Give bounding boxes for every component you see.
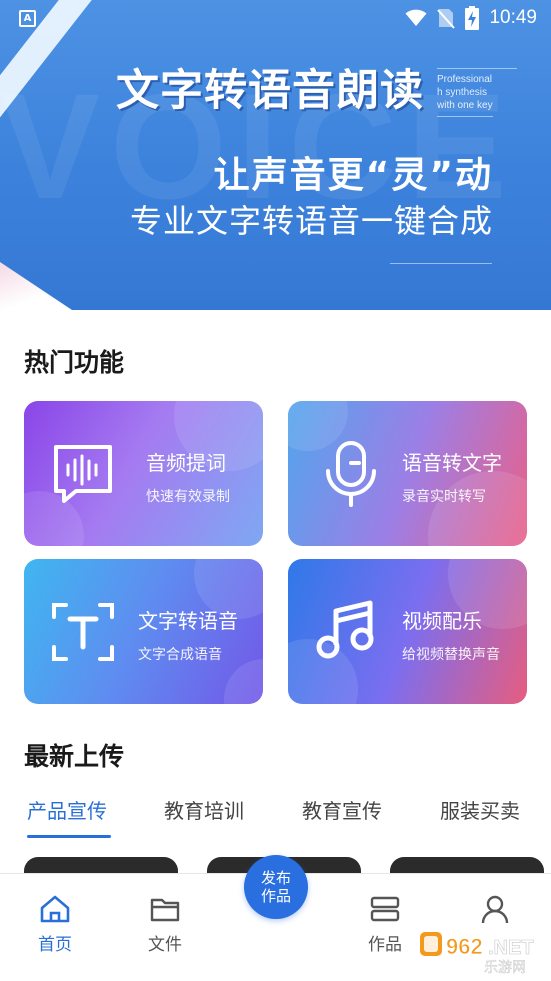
home-icon: [40, 895, 70, 923]
app-notification-icon: A: [19, 10, 36, 27]
battery-charging-icon: [465, 6, 480, 30]
svg-text:962: 962: [446, 934, 483, 959]
banner-english-text: Professional h synthesis with one key: [437, 74, 493, 111]
feature-card-title: 文字转语音: [138, 609, 238, 633]
nav-label: 首页: [38, 935, 72, 955]
banner-decoration: [0, 262, 72, 310]
nav-profile[interactable]: [465, 894, 525, 930]
banner-divider: [390, 263, 492, 264]
no-sim-icon: [437, 9, 456, 29]
tab-clothing-sales[interactable]: 服装买卖: [440, 795, 520, 824]
banner-title: 文字转语音朗读: [116, 66, 424, 116]
nav-label: 文件: [148, 935, 182, 955]
svg-text:.NET: .NET: [488, 937, 534, 959]
tab-education-promo[interactable]: 教育宣传: [302, 795, 382, 824]
nav-works[interactable]: 作品: [355, 894, 415, 955]
publish-work-button[interactable]: 发布作品: [244, 855, 308, 919]
microphone-icon: [326, 441, 376, 507]
feature-card-title: 视频配乐: [402, 609, 482, 633]
profile-icon: [481, 895, 509, 924]
banner-divider: [437, 68, 517, 69]
tab-education-training[interactable]: 教育培训: [164, 795, 244, 824]
latest-uploads-heading: 最新上传: [24, 742, 125, 771]
category-tabs: 产品宣传 教育培训 教育宣传 服装买卖: [0, 795, 551, 845]
feature-card-subtitle: 文字合成语音: [138, 647, 222, 663]
tab-product-promo[interactable]: 产品宣传: [27, 795, 107, 824]
active-tab-indicator: [27, 835, 111, 838]
svg-text:乐游网: 乐游网: [484, 960, 526, 976]
feature-card-audio-prompter[interactable]: 音频提词 快速有效录制: [24, 401, 263, 546]
nav-label: 作品: [368, 935, 402, 955]
wifi-icon: [405, 9, 427, 26]
feature-card-title: 语音转文字: [402, 451, 502, 475]
feature-card-subtitle: 给视频替换声音: [402, 647, 500, 663]
banner-divider: [437, 116, 493, 117]
feature-card-subtitle: 快速有效录制: [146, 489, 230, 505]
text-scan-icon: [52, 603, 114, 661]
feature-card-speech-to-text[interactable]: 语音转文字 录音实时转写: [288, 401, 527, 546]
feature-card-video-music[interactable]: 视频配乐 给视频替换声音: [288, 559, 527, 704]
feature-card-subtitle: 录音实时转写: [402, 489, 486, 505]
banner-slogan: 让声音更“灵”动: [213, 155, 493, 196]
status-bar: A 10:49: [0, 0, 551, 36]
status-time: 10:49: [489, 7, 537, 28]
banner-subtitle: 专业文字转语音一键合成: [129, 202, 493, 240]
hot-features-heading: 热门功能: [24, 348, 125, 377]
music-note-icon: [316, 600, 374, 659]
hero-banner[interactable]: VOICE A 10:49 文字转语音朗读 Professional h syn…: [0, 0, 551, 310]
audio-waveform-icon: [54, 445, 112, 503]
folder-icon: [150, 898, 180, 922]
nav-home[interactable]: 首页: [25, 894, 85, 955]
site-watermark-logo: 962 .NET 乐游网: [420, 932, 534, 976]
feature-card-title: 音频提词: [146, 451, 226, 475]
feature-card-text-to-speech[interactable]: 文字转语音 文字合成语音: [24, 559, 263, 704]
nav-files[interactable]: 文件: [135, 894, 195, 955]
works-icon: [370, 896, 400, 922]
